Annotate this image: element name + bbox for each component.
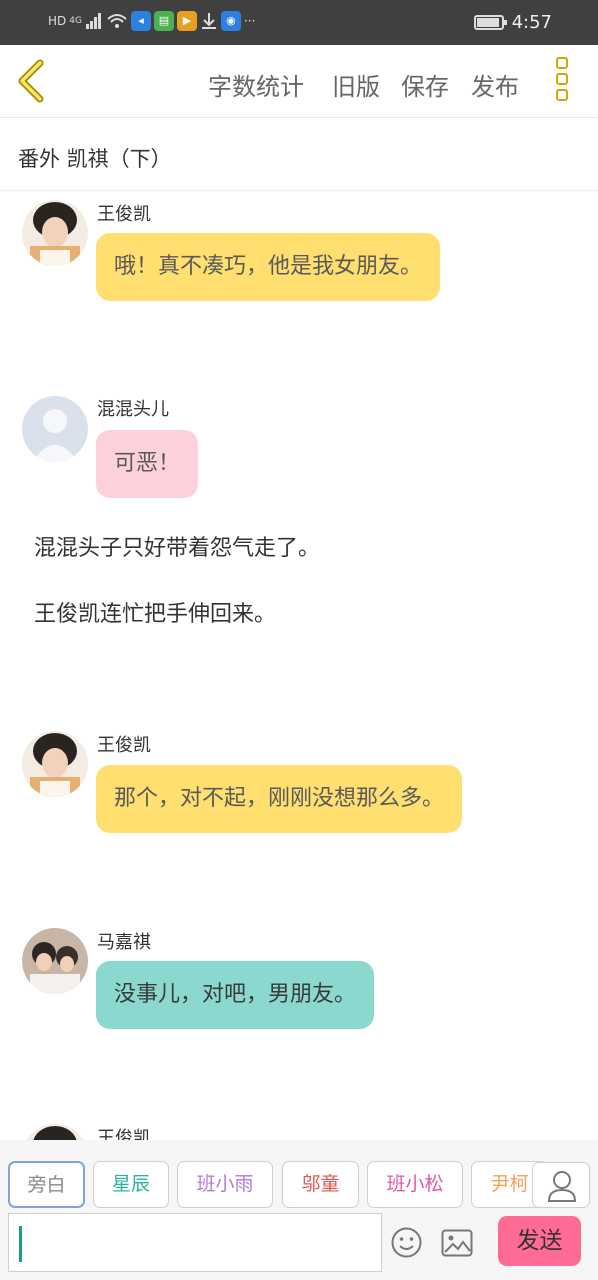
more-dot-icon bbox=[556, 57, 568, 69]
person-icon bbox=[547, 1171, 577, 1202]
chevron-left-icon bbox=[18, 59, 44, 103]
more-menu-button[interactable] bbox=[556, 57, 572, 107]
insert-image-button[interactable] bbox=[441, 1229, 473, 1257]
role-tab[interactable]: 班小松 bbox=[367, 1161, 463, 1208]
text-cursor bbox=[19, 1226, 22, 1262]
emoji-button[interactable] bbox=[391, 1227, 422, 1258]
narration-text[interactable]: 王俊凯连忙把手伸回来。 bbox=[34, 596, 276, 628]
message-bubble[interactable]: 没事儿，对吧，男朋友。 bbox=[96, 961, 375, 1029]
avatar[interactable] bbox=[22, 1124, 88, 1140]
speaker-name: 马嘉祺 bbox=[97, 932, 151, 953]
app-notification-icon: ▤ bbox=[153, 11, 174, 31]
more-notifications-icon: ··· bbox=[243, 14, 256, 28]
message-input[interactable] bbox=[8, 1213, 382, 1272]
avatar[interactable] bbox=[22, 928, 88, 994]
avatar[interactable] bbox=[22, 200, 88, 266]
download-icon bbox=[201, 13, 216, 29]
role-label: 星辰 bbox=[111, 1173, 150, 1195]
status-icons-left: HD 4G ◂ ▤ ▶ ◉ ··· bbox=[48, 11, 255, 31]
top-toolbar: 字数统计 旧版 保存 发布 bbox=[0, 45, 598, 118]
video-app-icon: ▶ bbox=[176, 11, 197, 31]
save-button[interactable]: 保存 bbox=[401, 67, 449, 102]
role-tab[interactable]: 星辰 bbox=[93, 1161, 169, 1208]
role-selector: 旁白 星辰 班小雨 邬童 班小松 尹柯 bbox=[8, 1161, 588, 1209]
role-label: 邬童 bbox=[301, 1173, 340, 1195]
battery-icon bbox=[473, 15, 507, 30]
role-label: 旁白 bbox=[27, 1174, 66, 1196]
avatar[interactable] bbox=[22, 731, 88, 797]
speaker-name: 王俊凯 bbox=[97, 1128, 151, 1140]
word-count-button[interactable]: 字数统计 bbox=[208, 67, 304, 102]
old-version-button[interactable]: 旧版 bbox=[332, 67, 380, 102]
publish-button[interactable]: 发布 bbox=[471, 67, 519, 102]
chapter-title[interactable]: 番外 凯祺（下） bbox=[18, 143, 172, 173]
send-button[interactable]: 发送 bbox=[498, 1216, 581, 1266]
hd-indicator: HD bbox=[48, 14, 67, 28]
hotspot-icon: ◉ bbox=[220, 11, 241, 31]
more-dot-icon bbox=[556, 89, 568, 101]
more-dot-icon bbox=[556, 73, 568, 85]
message-bubble[interactable]: 那个，对不起，刚刚没想那么多。 bbox=[96, 765, 463, 833]
message-bubble[interactable]: 可恶！ bbox=[96, 430, 199, 498]
role-label: 尹柯 bbox=[490, 1173, 529, 1195]
status-bar: HD 4G ◂ ▤ ▶ ◉ ··· 4:57 bbox=[0, 0, 598, 45]
back-button[interactable] bbox=[14, 59, 48, 103]
speaker-name: 王俊凯 bbox=[97, 735, 151, 756]
role-tab[interactable]: 邬童 bbox=[282, 1161, 359, 1208]
smiley-icon bbox=[391, 1227, 422, 1258]
image-icon bbox=[441, 1229, 473, 1257]
network-4g-indicator: 4G bbox=[69, 16, 82, 26]
role-tab[interactable]: 班小雨 bbox=[177, 1161, 273, 1208]
speaker-name: 混混头儿 bbox=[97, 399, 169, 420]
narration-text[interactable]: 混混头子只好带着怨气走了。 bbox=[34, 530, 320, 562]
signal-icon bbox=[85, 13, 101, 29]
app-notification-icon: ◂ bbox=[130, 11, 151, 31]
speaker-name: 王俊凯 bbox=[97, 204, 151, 225]
chat-content[interactable]: 王俊凯 哦！真不凑巧，他是我女朋友。 混混头儿 可恶！ 混混头子只好带着怨气走了… bbox=[0, 192, 598, 1140]
composer-panel: 旁白 星辰 班小雨 邬童 班小松 尹柯 发送 bbox=[0, 1140, 598, 1280]
chapter-header: 番外 凯祺（下） bbox=[0, 119, 598, 191]
message-bubble[interactable]: 哦！真不凑巧，他是我女朋友。 bbox=[96, 233, 441, 301]
role-tab[interactable]: 旁白 bbox=[8, 1161, 85, 1208]
status-time: 4:57 bbox=[511, 12, 552, 33]
manage-roles-button[interactable] bbox=[532, 1162, 590, 1208]
role-label: 班小松 bbox=[386, 1173, 444, 1195]
wifi-icon bbox=[107, 14, 127, 28]
role-label: 班小雨 bbox=[196, 1173, 254, 1195]
avatar[interactable] bbox=[22, 396, 88, 462]
